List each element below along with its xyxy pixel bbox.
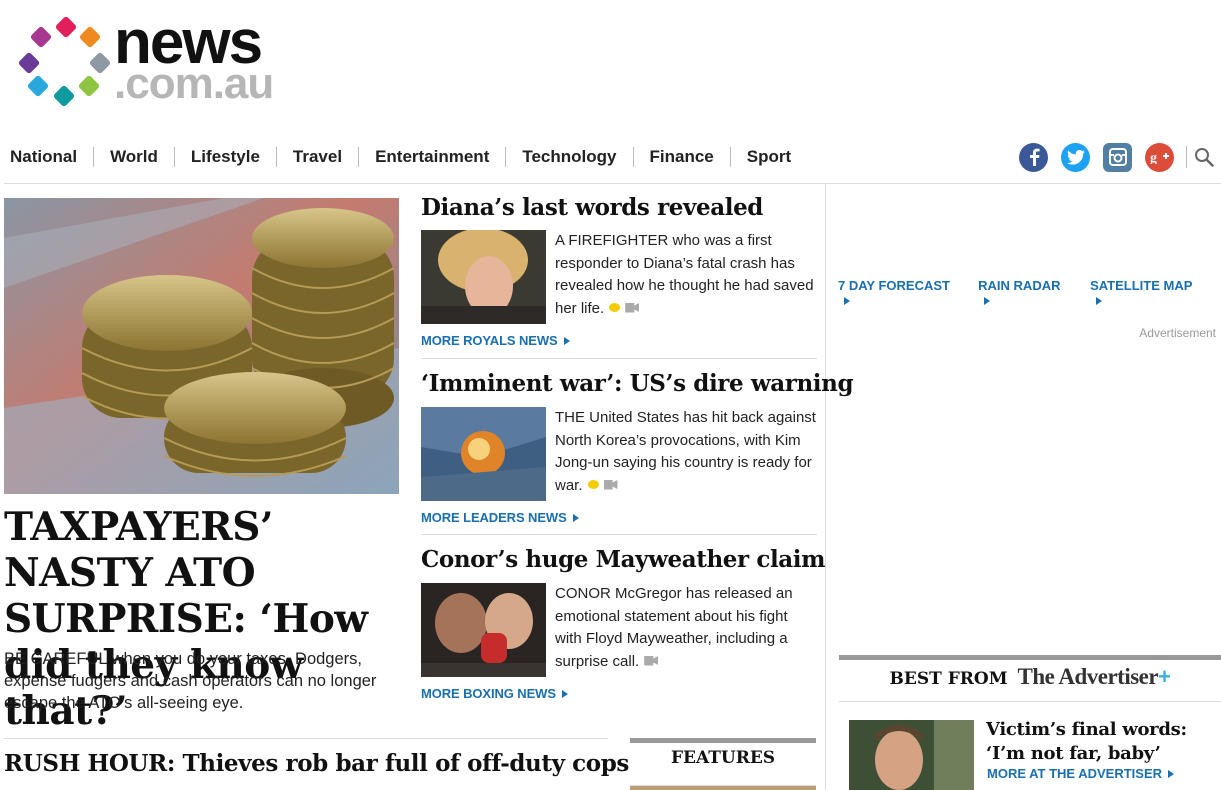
logo-dot <box>88 51 112 75</box>
logo-dot <box>17 51 41 75</box>
story-thumbnail[interactable] <box>849 720 974 790</box>
more-leaders-news-link[interactable]: MORE LEADERS NEWS <box>421 510 579 525</box>
video-icon <box>603 479 618 490</box>
more-link-label: MORE ROYALS NEWS <box>421 333 558 348</box>
svg-text:g: g <box>1150 151 1157 164</box>
twitter-icon[interactable] <box>1061 142 1090 172</box>
logo-dot <box>26 74 50 98</box>
story-headline[interactable]: Diana’s last words revealed <box>421 194 817 222</box>
rain-radar-link[interactable]: RAIN RADAR <box>978 278 1068 308</box>
nav-item-travel[interactable]: Travel <box>275 147 358 167</box>
story-summary: THE United States has hit back against N… <box>555 407 817 497</box>
story-thumbnail[interactable] <box>421 230 546 324</box>
story-card: Diana’s last words revealed A FIREFIGHTE… <box>421 194 817 348</box>
best-from-heading: BEST FROM The Advertiser+ <box>839 664 1221 690</box>
search-icon[interactable] <box>1187 140 1221 174</box>
best-from-label: BEST FROM <box>889 669 1008 689</box>
hero-summary: BE CAREFUL when you do your taxes. Dodge… <box>4 650 377 712</box>
story-thumbnail[interactable] <box>421 407 546 501</box>
google-plus-icon[interactable]: g <box>1145 142 1174 172</box>
story-card: ‘Imminent war’: US’s dire warning THE Un… <box>421 370 854 525</box>
arrow-right-icon <box>563 337 570 345</box>
weather-link-label: RAIN RADAR <box>978 278 1061 293</box>
site-logo[interactable]: news .com.au <box>17 12 288 108</box>
logo-dot <box>78 25 102 49</box>
story-headline[interactable]: ‘Imminent war’: US’s dire warning <box>421 370 854 398</box>
features-heading: FEATURES <box>670 748 776 768</box>
plus-icon: + <box>1158 664 1171 689</box>
column-divider <box>825 184 826 790</box>
main-nav: National World Lifestyle Travel Entertai… <box>0 140 807 174</box>
nav-item-world[interactable]: World <box>93 147 174 167</box>
logo-dot <box>29 25 53 49</box>
story-summary: A FIREFIGHTER who was a first responder … <box>555 230 817 320</box>
story-card: Conor’s huge Mayweather claim CONOR McGr… <box>421 546 825 701</box>
divider <box>421 358 817 359</box>
weather-link-label: SATELLITE MAP <box>1090 278 1193 293</box>
story-headline[interactable]: Conor’s huge Mayweather claim <box>421 546 825 574</box>
instagram-icon[interactable] <box>1103 142 1132 172</box>
nav-item-finance[interactable]: Finance <box>632 147 730 167</box>
logo-dot <box>54 15 78 39</box>
nav-item-sport[interactable]: Sport <box>729 147 807 167</box>
story-summary-text: A FIREFIGHTER who was a first responder … <box>555 232 814 317</box>
more-boxing-news-link[interactable]: MORE BOXING NEWS <box>421 686 568 701</box>
arrow-right-icon <box>572 514 579 522</box>
divider <box>839 701 1221 702</box>
comment-icon[interactable] <box>587 479 599 489</box>
facebook-icon[interactable] <box>1019 142 1048 172</box>
logo-dot <box>52 84 76 108</box>
arrow-right-icon <box>1168 770 1175 778</box>
more-at-the-advertiser-link[interactable]: MORE AT THE ADVERTISER <box>987 766 1175 781</box>
arrow-right-icon <box>984 297 991 305</box>
features-top-bar <box>630 738 816 743</box>
arrow-right-icon <box>561 690 568 698</box>
advertiser-logo-text: The Advertiser <box>1017 664 1159 689</box>
comment-icon[interactable] <box>609 302 621 312</box>
story-headline[interactable]: Victim’s final words: ‘I’m not far, baby… <box>986 718 1218 766</box>
story-summary-text: CONOR McGregor has released an emotional… <box>555 585 793 670</box>
arrow-right-icon <box>844 297 850 305</box>
video-icon <box>644 655 659 666</box>
story-headline[interactable]: RUSH HOUR: Thieves rob bar full of off-d… <box>4 750 629 777</box>
weather-link-label: 7 DAY FORECAST <box>838 278 950 293</box>
divider <box>4 183 1221 184</box>
nav-item-technology[interactable]: Technology <box>505 147 632 167</box>
weather-links: 7 DAY FORECAST RAIN RADAR SATELLITE MAP <box>838 278 1221 308</box>
more-link-label: MORE AT THE ADVERTISER <box>987 766 1163 781</box>
logo-dot <box>77 74 101 98</box>
nav-item-lifestyle[interactable]: Lifestyle <box>173 147 276 167</box>
divider <box>421 534 817 535</box>
more-royals-news-link[interactable]: MORE ROYALS NEWS <box>421 333 570 348</box>
divider <box>4 738 608 739</box>
story-summary: CONOR McGregor has released an emotional… <box>555 583 817 673</box>
more-link-label: MORE BOXING NEWS <box>421 686 556 701</box>
seven-day-forecast-link[interactable]: 7 DAY FORECAST <box>838 278 956 308</box>
more-link-label: MORE LEADERS NEWS <box>421 510 567 525</box>
story-thumbnail[interactable] <box>421 583 546 677</box>
satellite-map-link[interactable]: SATELLITE MAP <box>1090 278 1199 308</box>
social-links: g <box>1006 140 1221 174</box>
hero-image[interactable] <box>4 198 399 494</box>
advertisement-label: Advertisement <box>1139 326 1216 340</box>
best-from-top-bar <box>839 655 1221 660</box>
features-thumbnail[interactable] <box>630 786 816 790</box>
video-icon <box>625 302 640 313</box>
logo-domain: .com.au <box>114 59 274 108</box>
advertiser-logo[interactable]: The Advertiser+ <box>1018 664 1171 690</box>
nav-item-national[interactable]: National <box>0 147 93 167</box>
arrow-right-icon <box>1096 297 1103 305</box>
nav-item-entertainment[interactable]: Entertainment <box>358 147 505 167</box>
